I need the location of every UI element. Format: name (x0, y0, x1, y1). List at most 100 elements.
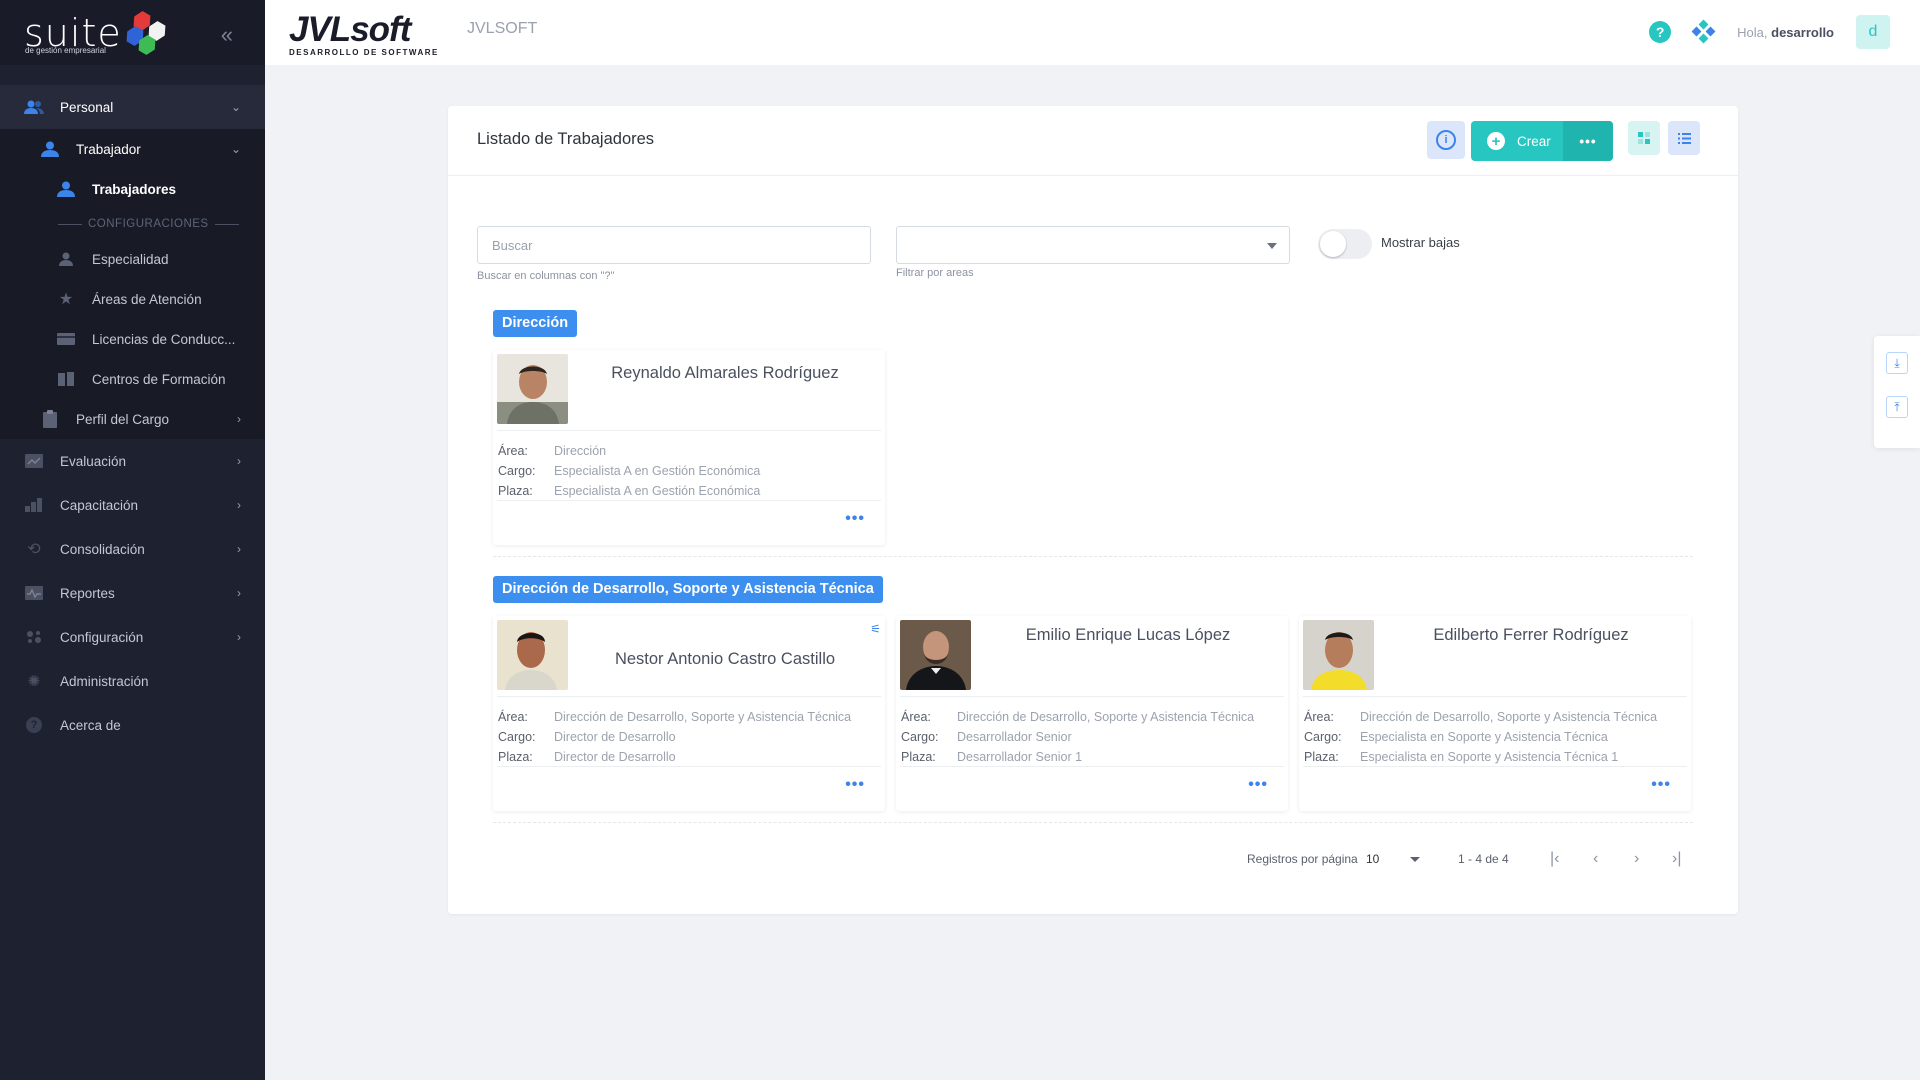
cargo-label: Cargo: (498, 464, 536, 478)
clipboard-icon (40, 410, 60, 428)
sidebar-item-label: Personal (60, 99, 114, 115)
gear-icon: ✺ (27, 673, 41, 690)
sidebar-item-trabajador[interactable]: Trabajador ⌄ (0, 129, 265, 169)
chevron-down-icon: ⌄ (230, 100, 241, 114)
worker-photo (497, 620, 568, 690)
area-label: Área: (498, 444, 528, 458)
sidebar-item-label: Centros de Formación (92, 371, 226, 387)
chevron-right-icon: › (237, 586, 241, 600)
prev-page-icon[interactable]: ‹ (1593, 850, 1598, 868)
more-actions-button[interactable]: ••• (1563, 121, 1613, 161)
sidebar-item-label: Licencias de Conducc... (92, 331, 236, 347)
worker-menu-button[interactable]: ••• (1651, 776, 1671, 794)
worker-menu-button[interactable]: ••• (845, 510, 865, 528)
create-button[interactable]: + Crear ••• (1471, 121, 1613, 161)
sidebar-item-label: Reportes (60, 585, 115, 601)
info-button[interactable]: i (1427, 121, 1465, 159)
download-icon[interactable]: ⤓ (1886, 352, 1908, 374)
user-greeting: Hola, desarrollo (1737, 25, 1834, 40)
cargo-value: Especialista A en Gestión Económica (554, 464, 761, 478)
sidebar-item-licencias[interactable]: Licencias de Conducc... (0, 319, 265, 359)
next-page-icon[interactable]: › (1634, 850, 1639, 868)
avatar[interactable]: d (1856, 15, 1890, 49)
sidebar-item-especialidad[interactable]: Especialidad (0, 239, 265, 279)
sidebar-item-administracion[interactable]: ✺ Administración (0, 659, 265, 703)
sidebar-item-consolidacion[interactable]: ⟲ Consolidación › (0, 527, 265, 571)
sidebar-item-label: Trabajadores (92, 181, 177, 197)
worker-photo (1303, 620, 1374, 690)
sidebar-item-areas[interactable]: ★ Áreas de Atención (0, 279, 265, 319)
worker-cargo-row: Cargo: Desarrollador Senior (901, 730, 1072, 744)
show-inactive-label: Mostrar bajas (1381, 235, 1460, 250)
per-page-select[interactable]: 10 (1366, 852, 1422, 866)
worker-card[interactable]: Edilberto Ferrer Rodríguez Área: Direcció… (1299, 616, 1691, 811)
divider (900, 696, 1284, 697)
sidebar-item-centros[interactable]: Centros de Formación (0, 359, 265, 399)
search-input[interactable]: Buscar (477, 226, 871, 264)
question-icon: ? (24, 717, 44, 733)
chevron-right-icon: › (237, 542, 241, 556)
company-logo: JVLsoft DESARROLLO DE SOFTWARE (289, 10, 439, 57)
grid-view-button[interactable] (1628, 121, 1660, 155)
caret-down-icon (1410, 857, 1420, 862)
sidebar-item-acerca[interactable]: ? Acerca de (0, 703, 265, 747)
worker-menu-button[interactable]: ••• (845, 776, 865, 794)
first-page-icon[interactable]: |‹ (1550, 850, 1559, 868)
sidebar-item-configuracion[interactable]: Configuración › (0, 615, 265, 659)
company-logo-subtitle: DESARROLLO DE SOFTWARE (289, 48, 439, 57)
chevron-right-icon: › (237, 498, 241, 512)
plaza-value: Especialista A en Gestión Económica (554, 484, 761, 498)
apps-icon[interactable] (1691, 19, 1716, 44)
list-view-button[interactable] (1668, 121, 1700, 155)
group-header: Dirección de Desarrollo, Soporte y Asist… (493, 576, 883, 603)
worker-area-row: Área: Dirección de Desarrollo, Soporte y … (498, 710, 851, 724)
app-name: JVLSOFT (467, 20, 538, 37)
last-page-icon[interactable]: ›| (1672, 850, 1681, 868)
worker-menu-button[interactable]: ••• (1248, 776, 1268, 794)
plaza-label: Plaza: (498, 484, 533, 498)
plaza-value: Desarrollador Senior 1 (957, 750, 1083, 764)
worker-card[interactable]: Reynaldo Almarales Rodríguez Área: Direcc… (493, 350, 885, 545)
divider (497, 430, 881, 431)
divider (1303, 696, 1687, 697)
card-header: Listado de Trabajadores i + Crear ••• (448, 106, 1738, 176)
worker-card[interactable]: ⚟ Nestor Antonio Castro Castillo Área: Di… (493, 616, 885, 811)
divider (497, 500, 881, 501)
worker-name: Reynaldo Almarales Rodríguez (611, 364, 839, 382)
show-inactive-toggle[interactable] (1318, 229, 1372, 259)
grid-view-icon (1638, 132, 1650, 144)
group-header: Dirección (493, 310, 578, 337)
worker-card[interactable]: Emilio Enrique Lucas López Área: Direcció… (896, 616, 1288, 811)
sidebar-item-trabajadores[interactable]: Trabajadores (0, 169, 265, 209)
area-value: Dirección de Desarrollo, Soporte y Asist… (1360, 710, 1658, 724)
area-label: Área: (498, 710, 528, 724)
sidebar: suite de gestión empresarial « Personal … (0, 0, 265, 1080)
brand-word: suite (24, 10, 122, 55)
worker-area-row: Área: Dirección de Desarrollo, Soporte y … (901, 710, 1254, 724)
sliders-icon[interactable]: ⚟ (870, 622, 881, 636)
worker-cargo-row: Cargo: Especialista A en Gestión Económic… (498, 464, 760, 478)
sidebar-item-reportes[interactable]: Reportes › (0, 571, 265, 615)
sidebar-item-perfil[interactable]: Perfil del Cargo › (0, 399, 265, 439)
sidebar-item-evaluacion[interactable]: Evaluación › (0, 439, 265, 483)
user-icon (56, 251, 76, 267)
brand-tagline: de gestión empresarial (25, 46, 106, 55)
group-divider (493, 556, 1693, 557)
area-filter-select[interactable] (896, 226, 1290, 264)
sidebar-item-capacitacion[interactable]: Capacitación › (0, 483, 265, 527)
brand-logo[interactable]: suite de gestión empresarial « (0, 0, 265, 65)
sidebar-item-label: Configuración (60, 629, 144, 645)
help-icon[interactable]: ? (1649, 21, 1672, 43)
sidebar-item-label: Especialidad (92, 251, 169, 267)
worker-plaza-row: Plaza: Especialista A en Gestión Económic… (498, 484, 760, 498)
plus-icon: + (1487, 132, 1505, 150)
sidebar-item-personal[interactable]: Personal ⌄ (0, 85, 265, 129)
collapse-sidebar-icon[interactable]: « (221, 22, 233, 48)
book-icon (56, 371, 76, 387)
per-page-value: 10 (1366, 852, 1380, 866)
area-value: Dirección de Desarrollo, Soporte y Asist… (957, 710, 1255, 724)
area-label: Área: (901, 710, 931, 724)
page-title: Listado de Trabajadores (477, 130, 655, 148)
plaza-label: Plaza: (901, 750, 936, 764)
upload-icon[interactable]: ⤒ (1886, 396, 1908, 418)
